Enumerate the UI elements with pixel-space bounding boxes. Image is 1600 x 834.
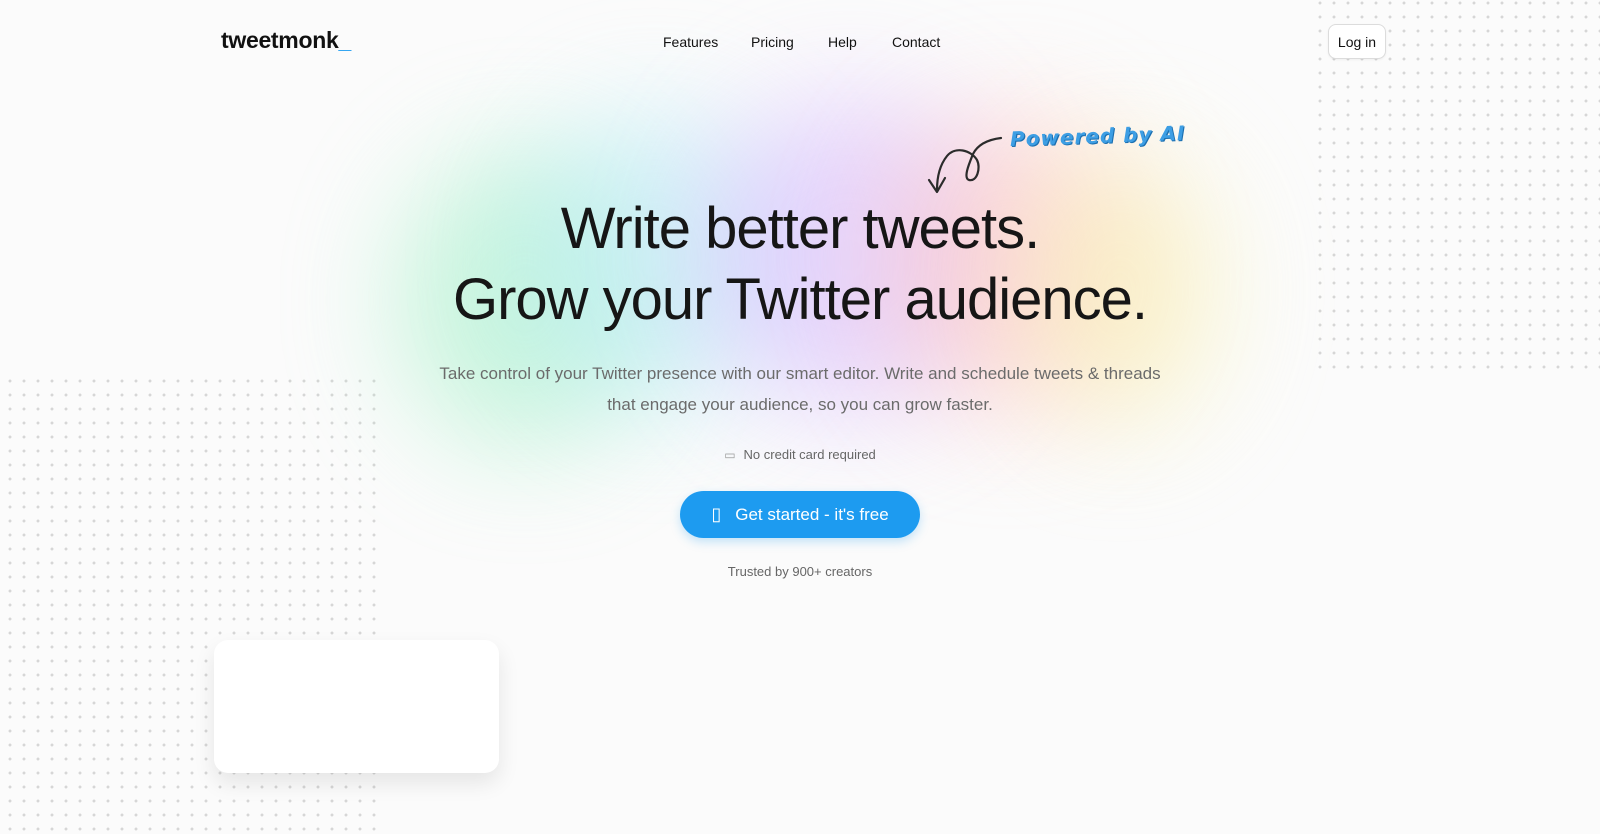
twitter-icon: ▯ bbox=[711, 504, 722, 524]
nav-contact[interactable]: Contact bbox=[892, 34, 940, 50]
headline-line-1: Write better tweets. bbox=[560, 196, 1041, 261]
login-button[interactable]: Log in bbox=[1328, 24, 1386, 59]
get-started-button[interactable]: ▯ Get started - it's free bbox=[680, 491, 920, 538]
nav-help[interactable]: Help bbox=[828, 34, 857, 50]
trusted-by-text: Trusted by 900+ creators bbox=[727, 564, 873, 579]
nav-pricing[interactable]: Pricing bbox=[751, 34, 794, 50]
curly-arrow-icon bbox=[927, 136, 1003, 194]
powered-by-ai-tag: Powered by AI bbox=[1009, 120, 1186, 152]
subtitle: Take control of your Twitter presence wi… bbox=[439, 364, 1161, 414]
no-credit-card-text: No credit card required bbox=[743, 447, 876, 462]
no-credit-card-note: ▭ No credit card required bbox=[0, 447, 1600, 462]
headline-line-2: Grow your Twitter audience. bbox=[452, 267, 1148, 332]
credit-card-icon: ▭ bbox=[724, 448, 736, 462]
preview-card bbox=[214, 640, 499, 773]
get-started-label: Get started - it's free bbox=[735, 504, 889, 524]
nav-features[interactable]: Features bbox=[663, 34, 718, 50]
